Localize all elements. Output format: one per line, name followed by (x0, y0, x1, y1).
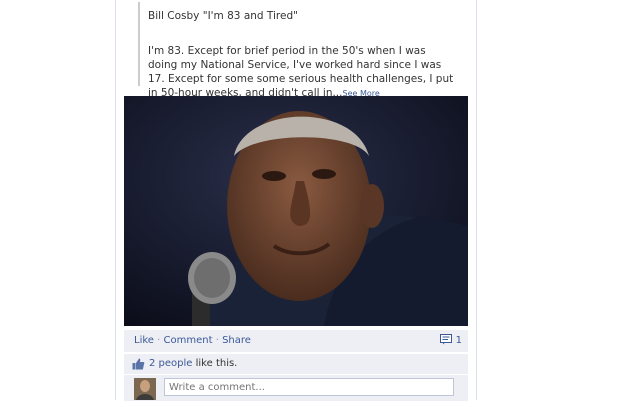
feed-post: Bill Cosby "I'm 83 and Tired" I'm 83. Ex… (115, 0, 477, 401)
comment-count-value: 1 (455, 335, 462, 346)
note-excerpt: I'm 83. Except for brief period in the 5… (148, 44, 454, 101)
post-photo[interactable] (124, 96, 468, 326)
avatar (134, 378, 156, 400)
portrait-photo (124, 96, 468, 326)
comment-count[interactable]: 1 (440, 334, 462, 346)
likes-row: 2 people like this. (124, 353, 468, 374)
action-separator: · (215, 335, 219, 346)
share-link[interactable]: Share (222, 335, 251, 346)
comment-bubble-icon (440, 334, 453, 345)
note-excerpt-text: I'm 83. Except for brief period in the 5… (148, 45, 454, 99)
comment-input[interactable] (164, 378, 454, 396)
thumbs-up-icon (132, 358, 145, 370)
comment-composer (124, 374, 468, 401)
likes-suffix: like this. (192, 358, 238, 369)
action-separator: · (157, 335, 161, 346)
note-title[interactable]: Bill Cosby "I'm 83 and Tired" (148, 10, 298, 22)
post-action-bar: Like · Comment · Share 1 (124, 330, 468, 352)
likes-summary: 2 people like this. (149, 358, 237, 369)
note-attachment: Bill Cosby "I'm 83 and Tired" I'm 83. Ex… (138, 2, 466, 99)
user-avatar-icon (134, 378, 156, 400)
comment-link[interactable]: Comment (164, 335, 213, 346)
likers-link[interactable]: 2 people (149, 358, 192, 369)
post-actions: Like · Comment · Share (134, 335, 251, 346)
like-link[interactable]: Like (134, 335, 154, 346)
